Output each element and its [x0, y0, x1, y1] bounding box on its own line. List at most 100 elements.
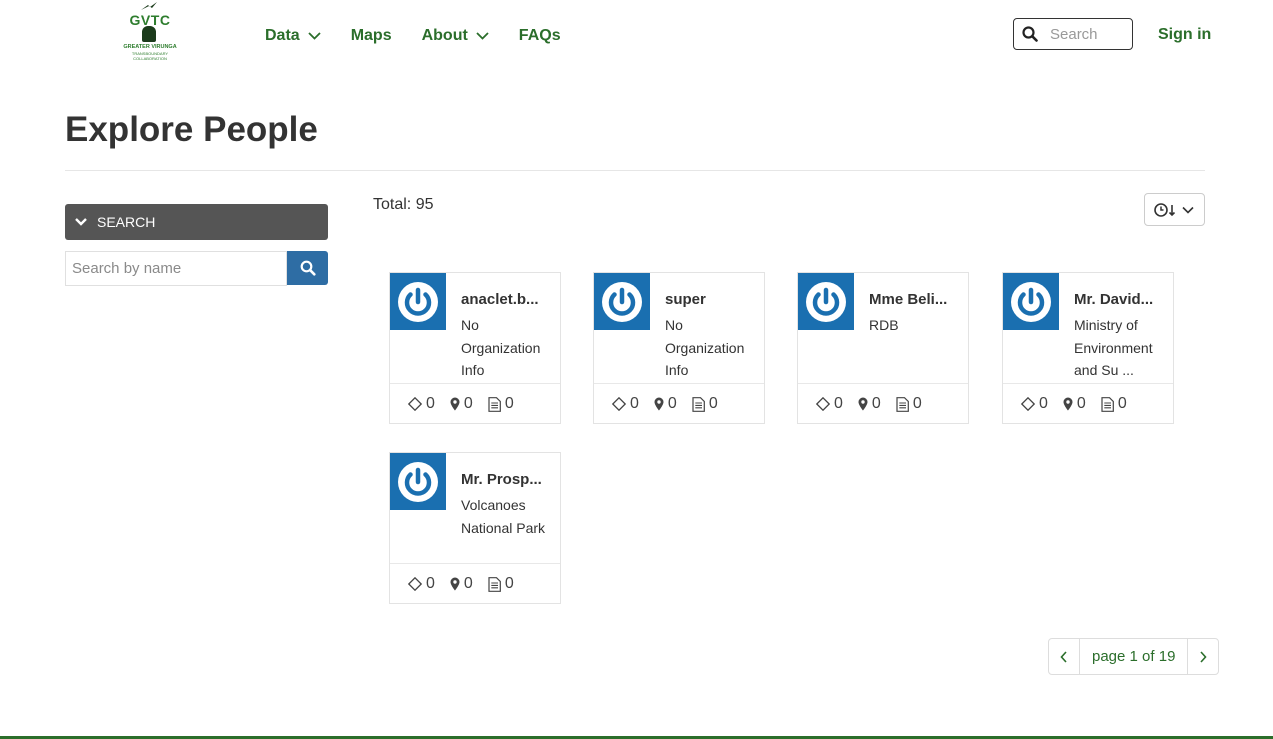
documents-value: 0	[504, 395, 514, 412]
maps-count: 0	[1063, 395, 1086, 413]
gvtc-logo[interactable]: GVTC GREATER VIRUNGA TRANSBOUNDARY COLLA…	[116, 2, 184, 61]
person-card[interactable]: Mr. Prosp... Volcanoes National Park 0 0…	[389, 452, 561, 604]
nav-item-maps-label: Maps	[350, 27, 392, 44]
resources-value: 0	[834, 395, 843, 412]
logo-line1: GREATER VIRUNGA	[123, 44, 177, 50]
sign-in-link[interactable]: Sign in	[1158, 26, 1211, 44]
sort-dropdown[interactable]	[1144, 193, 1205, 226]
map-marker-icon	[654, 397, 664, 411]
avatar[interactable]	[594, 273, 650, 330]
chevron-right-icon	[1200, 650, 1207, 663]
pagination: page 1 of 19	[1048, 638, 1220, 675]
documents-value: 0	[708, 395, 718, 412]
person-organization: RDB	[869, 317, 899, 333]
document-icon	[692, 396, 705, 412]
resources-count: 0	[408, 395, 435, 413]
power-icon	[806, 281, 846, 322]
documents-value: 0	[1117, 395, 1127, 412]
chevron-down-icon	[75, 218, 87, 226]
nav-item-about[interactable]: About	[422, 27, 489, 45]
nav-item-data-label: Data	[265, 27, 300, 44]
top-navbar: GVTC GREATER VIRUNGA TRANSBOUNDARY COLLA…	[0, 0, 1273, 70]
map-marker-icon	[450, 397, 460, 411]
bird-icon	[141, 2, 157, 10]
maps-value: 0	[463, 575, 473, 592]
resources-value: 0	[426, 575, 435, 592]
maps-value: 0	[667, 395, 677, 412]
diamond-icon	[612, 397, 626, 411]
avatar[interactable]	[1003, 273, 1059, 330]
card-stats: 0 0 0	[1003, 383, 1173, 424]
resources-value: 0	[426, 395, 435, 412]
search-by-name-input[interactable]	[65, 251, 287, 286]
header-search-input[interactable]	[1050, 25, 1130, 43]
title-divider	[65, 170, 1205, 171]
maps-value: 0	[463, 395, 473, 412]
document-icon	[896, 396, 909, 412]
chevron-left-icon	[1060, 650, 1067, 663]
resources-value: 0	[1039, 395, 1048, 412]
maps-value: 0	[871, 395, 881, 412]
power-icon	[602, 281, 642, 322]
documents-count: 0	[488, 575, 514, 593]
total-count: Total: 95	[373, 196, 434, 213]
person-name[interactable]: Mr. Prosp...	[461, 471, 555, 488]
nav-item-faqs-label: FAQs	[518, 27, 561, 44]
person-organization: Ministry of Environment and Su ...	[1074, 317, 1153, 378]
maps-count: 0	[654, 395, 677, 413]
next-page-button[interactable]	[1188, 639, 1218, 674]
nav-item-data[interactable]: Data	[265, 27, 321, 45]
power-icon	[398, 281, 438, 322]
chevron-down-icon	[476, 32, 489, 40]
resources-count: 0	[612, 395, 639, 413]
maps-count: 0	[858, 395, 881, 413]
clock-sort-icon	[1153, 202, 1194, 217]
person-organization: Volcanoes National Park	[461, 497, 546, 536]
diamond-icon	[408, 397, 422, 411]
header-search-box[interactable]	[1013, 18, 1133, 50]
document-icon	[1101, 396, 1114, 412]
person-name[interactable]: super	[665, 291, 759, 308]
maps-count: 0	[450, 395, 473, 413]
documents-value: 0	[912, 395, 922, 412]
documents-count: 0	[488, 395, 514, 413]
main-nav: Data Maps About FAQs	[265, 24, 591, 48]
diamond-icon	[408, 577, 422, 591]
person-card[interactable]: Mr. David... Ministry of Environment and…	[1002, 272, 1174, 424]
documents-value: 0	[504, 575, 514, 592]
resources-count: 0	[1021, 395, 1048, 413]
person-organization: No Organization Info	[461, 317, 541, 378]
resources-count: 0	[408, 575, 435, 593]
map-marker-icon	[450, 577, 460, 591]
maps-count: 0	[450, 575, 473, 593]
search-icon[interactable]	[1022, 26, 1038, 42]
prev-page-button[interactable]	[1049, 639, 1079, 674]
person-name[interactable]: Mme Beli...	[869, 291, 963, 308]
avatar[interactable]	[390, 453, 446, 510]
search-by-name-button[interactable]	[287, 251, 328, 285]
person-card[interactable]: super No Organization Info 0 0 0	[593, 272, 765, 424]
person-name[interactable]: anaclet.b...	[461, 291, 555, 308]
person-card[interactable]: Mme Beli... RDB 0 0 0	[797, 272, 969, 424]
nav-item-about-label: About	[421, 27, 468, 44]
avatar[interactable]	[390, 273, 446, 330]
nav-item-maps[interactable]: Maps	[351, 27, 392, 45]
person-card[interactable]: anaclet.b... No Organization Info 0 0 0	[389, 272, 561, 424]
power-icon	[398, 461, 438, 502]
search-panel-toggle[interactable]: SEARCH	[65, 204, 328, 240]
card-stats: 0 0 0	[594, 383, 764, 424]
resources-value: 0	[630, 395, 639, 412]
page-indicator: page 1 of 19	[1079, 639, 1189, 674]
person-organization: No Organization Info	[665, 317, 745, 378]
document-icon	[488, 576, 501, 592]
logo-line2: TRANSBOUNDARY COLLABORATION	[131, 51, 169, 61]
card-stats: 0 0 0	[798, 383, 968, 424]
power-icon	[1011, 281, 1051, 322]
page-title: Explore People	[65, 110, 318, 149]
chevron-down-icon	[308, 32, 321, 40]
resources-count: 0	[816, 395, 843, 413]
person-name[interactable]: Mr. David...	[1074, 291, 1168, 308]
avatar[interactable]	[798, 273, 854, 330]
nav-item-faqs[interactable]: FAQs	[519, 27, 561, 45]
search-icon	[300, 260, 316, 276]
